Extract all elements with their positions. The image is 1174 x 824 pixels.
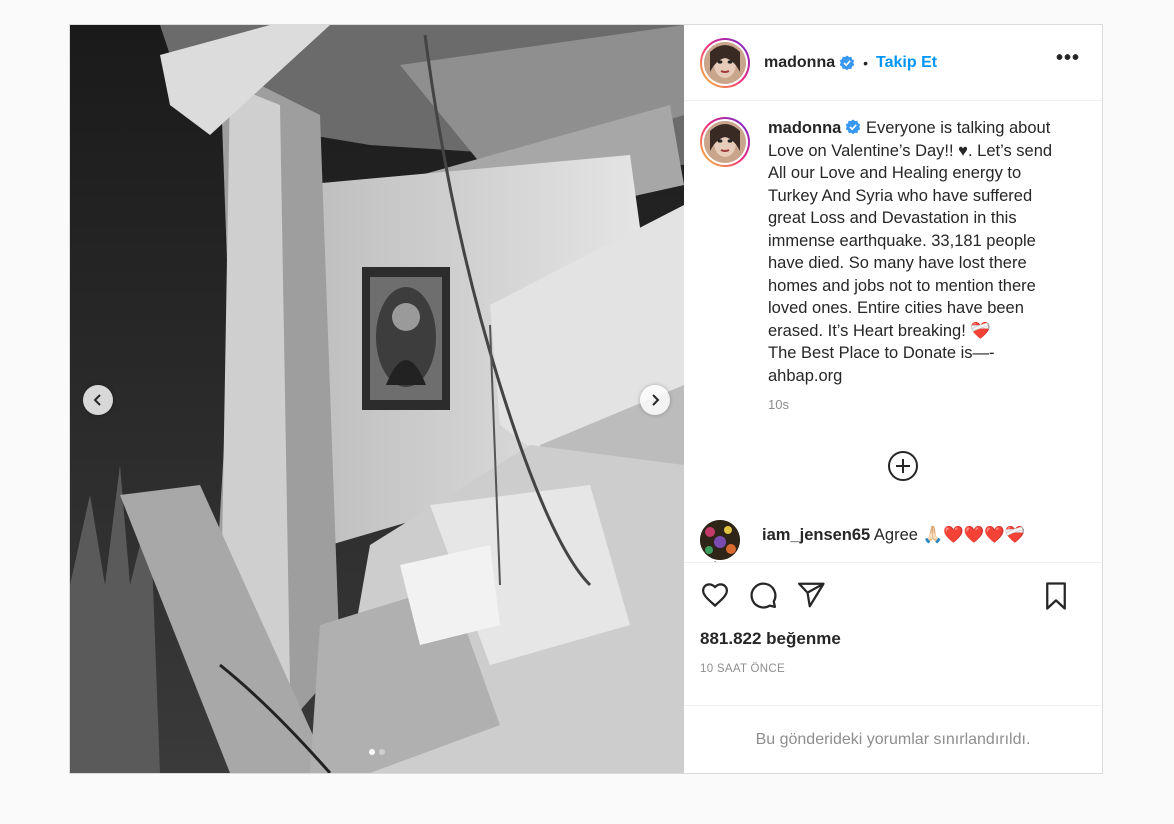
post-photo [70,25,684,773]
post-card: madonna • Takip Et ••• madonna Everyone … [69,24,1103,774]
follow-button[interactable]: Takip Et [876,54,937,72]
like-button[interactable] [700,580,730,610]
caption-text-block: madonna Everyone is talking about Love o… [768,117,1073,387]
profile-photo [704,121,746,163]
avatar[interactable] [700,37,750,88]
likes-count[interactable]: 881.822 beğenme [700,629,1086,649]
post-sidebar: madonna • Takip Et ••• madonna Everyone … [684,25,1102,773]
heart-icon [701,583,729,608]
comment-text-block: iam_jensen65 Agree 🙏🏻❤️❤️❤️❤️‍🩹 [762,526,1025,545]
bookmark-icon [1046,582,1066,610]
verified-badge-icon [839,55,855,70]
share-button[interactable] [796,580,826,610]
load-more-comments-button[interactable] [720,450,1086,482]
profile-photo [704,41,746,84]
caption-time: 10s [768,397,789,412]
header-username[interactable]: madonna [764,54,835,72]
caption-username[interactable]: madonna [768,119,841,137]
plus-circle-icon [888,451,918,481]
carousel-next-button[interactable] [640,385,670,415]
comments-section: madonna Everyone is talking about Love o… [684,101,1102,562]
comment-button[interactable] [748,580,778,610]
send-icon [798,582,825,608]
comments-restricted-note: Bu gönderideki yorumlar sınırlandırıldı. [684,705,1102,773]
post-media [70,25,684,773]
comment-item: iam_jensen65 Agree 🙏🏻❤️❤️❤️❤️‍🩹 [700,520,1086,560]
carousel-prev-button[interactable] [83,385,113,415]
commenter-photo [700,520,740,560]
comment-time: 5 h [700,560,1086,562]
header-separator: • [863,54,869,71]
comment-text: Agree 🙏🏻❤️❤️❤️❤️‍🩹 [873,526,1026,544]
donate-link[interactable]: ahbap.org [768,367,842,385]
save-button[interactable] [1042,581,1070,611]
chevron-left-icon [93,394,101,406]
chevron-right-icon [652,394,660,406]
caption-text: Everyone is talking about Love on Valent… [768,119,1053,340]
verified-badge-icon [846,119,861,135]
more-options-icon[interactable]: ••• [1056,48,1080,68]
caption: madonna Everyone is talking about Love o… [700,117,1086,387]
avatar[interactable] [700,117,750,167]
carousel-dot [369,749,375,755]
commenter-username[interactable]: iam_jensen65 [762,526,870,544]
carousel-dot [379,749,385,755]
carousel-dots [369,749,385,755]
comment-icon [750,582,777,609]
commenter-avatar[interactable] [700,520,740,560]
heart-emoji: ❤️‍🩹 [970,321,991,340]
post-header: madonna • Takip Et ••• [684,25,1102,101]
post-timestamp: 10 SAAT ÖNCE [700,663,785,675]
action-icons [700,563,1086,627]
post-actions: 881.822 beğenme 10 SAAT ÖNCE [684,562,1102,705]
donate-line: The Best Place to Donate is—- [768,344,995,362]
